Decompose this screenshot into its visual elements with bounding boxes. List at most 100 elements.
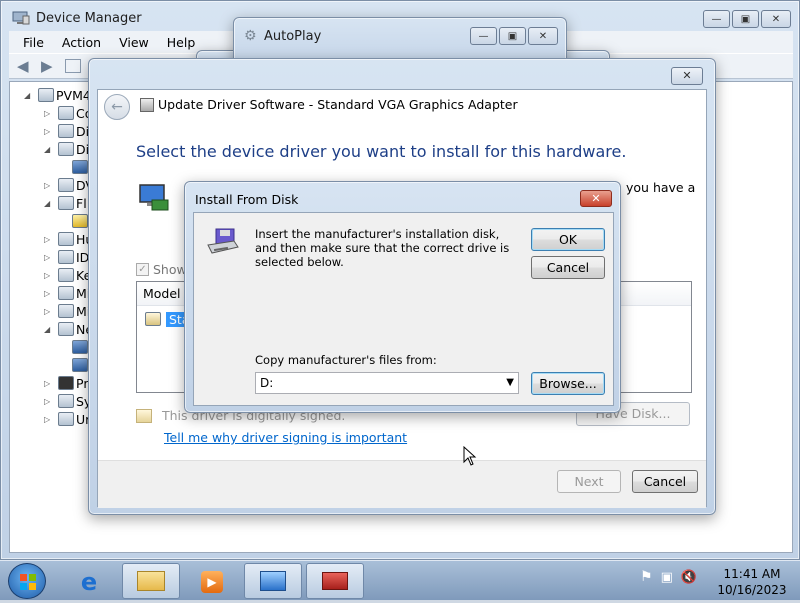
tree-item[interactable]: ▷ Pr — [44, 374, 88, 392]
expand-icon[interactable]: ▷ — [44, 235, 56, 244]
collapse-icon[interactable]: ◢ — [44, 199, 56, 208]
tree-item[interactable]: ▷ DV — [44, 176, 94, 194]
tree-root[interactable]: ◢ PVM4 — [24, 86, 91, 104]
caption-buttons: — ▣ ✕ — [470, 27, 558, 45]
tree-item[interactable]: ◢ Ne — [44, 320, 93, 338]
tree-item[interactable]: ▷ Hu — [44, 230, 93, 248]
forward-arrow-icon[interactable]: ▶ — [41, 58, 59, 74]
action-center-flag-icon[interactable]: ⚑ — [640, 569, 653, 585]
instruction-text: you have a — [626, 180, 696, 195]
close-button[interactable]: ✕ — [580, 190, 612, 207]
tree-item[interactable]: ▷ Mi — [44, 302, 90, 320]
expand-icon[interactable]: ▷ — [44, 307, 56, 316]
back-arrow-icon[interactable]: ◀ — [17, 58, 35, 74]
tree-item[interactable]: ▷ Co — [44, 104, 92, 122]
tree-item[interactable]: ▷ Ur — [44, 410, 90, 428]
menu-view[interactable]: View — [113, 33, 155, 52]
install-from-disk-dialog: Install From Disk ✕ Insert the manufactu… — [184, 181, 621, 413]
media-player-taskbar-icon[interactable]: ▶ — [184, 565, 240, 599]
clock-date: 10/16/2023 — [717, 583, 787, 597]
tree-item-label: Pr — [76, 375, 89, 391]
disk-drive-icon — [58, 124, 74, 138]
checkbox[interactable]: ✓ — [136, 263, 149, 276]
maximize-button[interactable]: ▣ — [499, 27, 526, 45]
expand-icon[interactable]: ▷ — [44, 181, 56, 190]
path-value: D: — [260, 376, 274, 390]
dialog-message: Insert the manufacturer's installation d… — [255, 227, 510, 269]
tree-item[interactable]: ▷ Mi — [44, 284, 90, 302]
system-device-icon — [58, 394, 74, 408]
expand-icon[interactable]: ▷ — [44, 415, 56, 424]
tree-item[interactable]: ◢ Fl — [44, 194, 87, 212]
expand-icon[interactable]: ▷ — [44, 109, 56, 118]
expand-icon[interactable]: ▷ — [44, 379, 56, 388]
expand-icon[interactable]: ▷ — [44, 289, 56, 298]
tree-item-label: Fl — [76, 195, 87, 211]
start-button[interactable] — [8, 563, 46, 599]
cancel-button[interactable]: Cancel — [531, 256, 605, 279]
device-icon — [140, 98, 154, 112]
certificate-icon — [136, 408, 152, 423]
processor-icon — [58, 376, 74, 390]
tree-item[interactable] — [70, 338, 90, 356]
mouse-cursor-icon — [463, 445, 477, 466]
copy-from-label: Copy manufacturer's files from: — [255, 353, 437, 367]
network-adapter-icon — [58, 322, 74, 336]
explorer-taskbar-icon[interactable] — [122, 563, 180, 599]
toolbox-icon — [322, 572, 348, 590]
menu-action[interactable]: Action — [56, 33, 107, 52]
monitor-icon — [58, 304, 74, 318]
tree-item[interactable]: ◢ Di — [44, 140, 89, 158]
hid-icon — [58, 232, 74, 246]
floppy-controller-icon — [58, 196, 74, 210]
expand-icon[interactable]: ▷ — [44, 397, 56, 406]
browse-button[interactable]: Browse... — [531, 372, 605, 395]
copy-from-combobox[interactable]: D: ▼ — [255, 372, 519, 394]
device-manager-taskbar-icon[interactable] — [244, 563, 302, 599]
device-icon — [58, 106, 74, 120]
menu-help[interactable]: Help — [161, 33, 202, 52]
tree-item[interactable]: ▷ Sy — [44, 392, 91, 410]
dvd-drive-icon — [58, 178, 74, 192]
tree-item[interactable] — [70, 356, 90, 374]
tree-item[interactable]: ▷ Di — [44, 122, 89, 140]
disk-drive-icon — [206, 227, 240, 257]
collapse-icon[interactable]: ◢ — [44, 145, 56, 154]
tree-item[interactable]: ▷ ID — [44, 248, 89, 266]
collapse-icon[interactable]: ◢ — [24, 91, 36, 100]
next-button[interactable]: Next — [557, 470, 621, 493]
expand-icon[interactable]: ▷ — [44, 127, 56, 136]
volume-muted-icon[interactable]: 🔇 — [681, 570, 697, 585]
wizard-title: Update Driver Software - Standard VGA Gr… — [158, 97, 518, 112]
dialog-content: Insert the manufacturer's installation d… — [193, 212, 614, 406]
expand-icon[interactable]: ▷ — [44, 253, 56, 262]
adapter-icon — [72, 160, 88, 174]
ok-button[interactable]: OK — [531, 228, 605, 251]
driver-signing-link[interactable]: Tell me why driver signing is important — [164, 430, 407, 445]
toolbox-taskbar-icon[interactable] — [306, 563, 364, 599]
notification-area: ⚑ ▣ 🔇 — [640, 569, 697, 585]
close-button[interactable]: ✕ — [671, 67, 703, 85]
mouse-icon — [58, 286, 74, 300]
tree-item[interactable] — [70, 158, 90, 176]
collapse-icon[interactable]: ◢ — [44, 325, 56, 334]
tree-item[interactable]: ▷ Ke — [44, 266, 91, 284]
ie-taskbar-icon[interactable]: e — [62, 565, 116, 599]
clock[interactable]: 11:41 AM 10/16/2023 — [712, 566, 792, 598]
properties-icon[interactable] — [65, 59, 81, 73]
close-button[interactable]: ✕ — [528, 27, 558, 45]
tree-item[interactable] — [70, 212, 90, 230]
close-button[interactable]: ✕ — [761, 10, 791, 28]
dropdown-arrow-icon[interactable]: ▼ — [506, 373, 514, 393]
cancel-button[interactable]: Cancel — [632, 470, 698, 493]
expand-icon[interactable]: ▷ — [44, 271, 56, 280]
menu-file[interactable]: File — [17, 33, 50, 52]
show-compatible-checkbox[interactable]: ✓ Show — [136, 262, 187, 277]
network-icon[interactable]: ▣ — [661, 570, 673, 585]
maximize-button[interactable]: ▣ — [732, 10, 759, 28]
minimize-button[interactable]: — — [470, 27, 497, 45]
network-card-icon — [72, 340, 88, 354]
minimize-button[interactable]: — — [703, 10, 730, 28]
display-adapter-icon — [58, 142, 74, 156]
back-button[interactable]: ← — [104, 94, 130, 120]
